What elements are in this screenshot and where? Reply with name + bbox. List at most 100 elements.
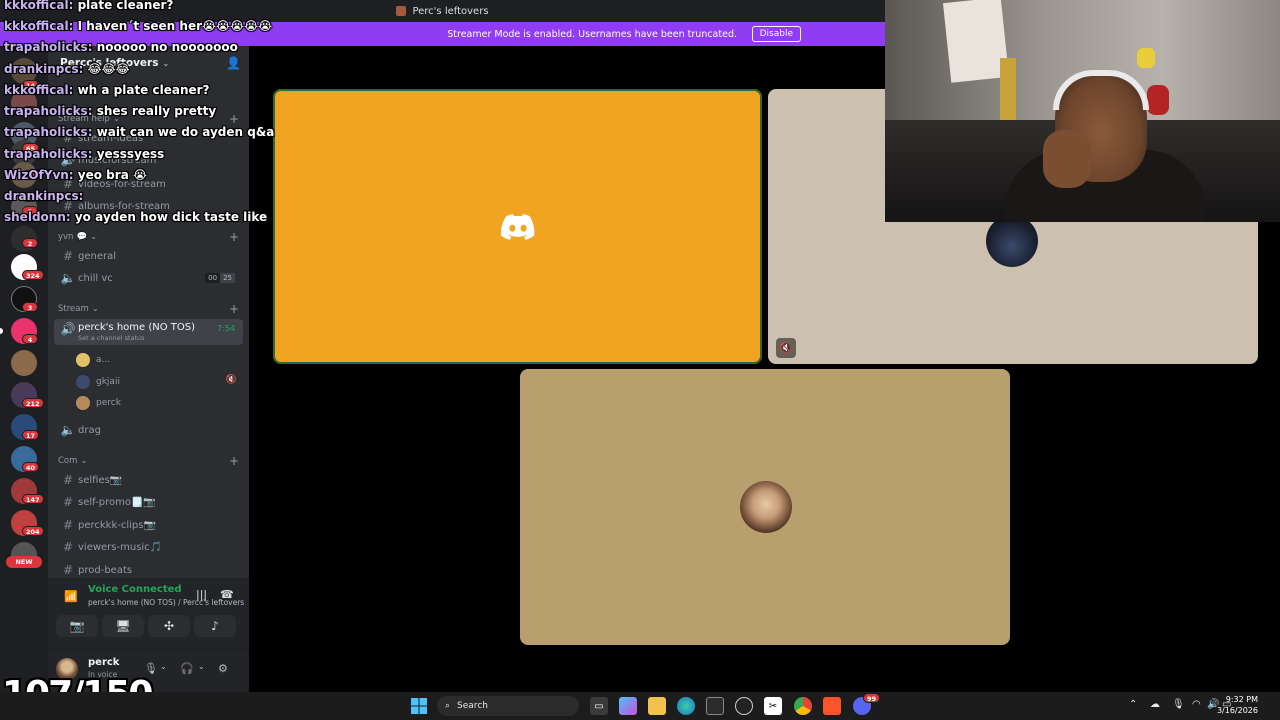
wall-item: [1147, 85, 1169, 115]
speaker-icon: 🔈: [60, 271, 76, 285]
mention-badge: 40: [22, 462, 40, 472]
voice-timer: 7:54: [217, 324, 235, 333]
chat-message: kkkoffical: I haven´t seen her😭😭😭😭😭: [4, 19, 273, 33]
voice-connected-label[interactable]: Voice Connected: [88, 584, 182, 595]
task-view-icon[interactable]: ▭: [590, 697, 608, 715]
wall-item: [1000, 58, 1016, 128]
voice-connected-panel: 📶 Voice Connected perck's home (NO TOS) …: [48, 578, 249, 650]
text-channel-icon: #: [62, 540, 74, 554]
muted-icon: 🔇: [776, 338, 796, 358]
chevron-down-icon[interactable]: ⌄: [198, 662, 205, 671]
category-com[interactable]: Com ⌄: [58, 456, 88, 466]
chevron-up-icon[interactable]: ⌃: [1129, 699, 1137, 710]
channel-chill-vc[interactable]: 🔈 chill vc 00 25: [54, 268, 243, 288]
mention-badge: 204: [22, 526, 44, 536]
brave-icon[interactable]: [823, 697, 841, 715]
text-channel-icon: #: [62, 473, 74, 487]
chrome-icon[interactable]: [794, 697, 812, 715]
taskbar-search[interactable]: ⌕ Search: [437, 696, 579, 716]
chat-message: kkkoffical: wh a plate cleaner?: [4, 83, 210, 97]
capcut-icon[interactable]: ✂: [764, 697, 782, 715]
microphone-icon[interactable]: 🎙: [1172, 699, 1185, 710]
chevron-down-icon: ⌄: [90, 232, 98, 242]
channel-general[interactable]: # general: [54, 246, 243, 266]
category-yvn[interactable]: yvn 💬 ⌄: [58, 232, 97, 242]
system-clock[interactable]: 9:32 PM 3/16/2026: [1217, 694, 1258, 716]
mention-badge: 2: [22, 238, 38, 248]
gear-icon[interactable]: ⚙: [218, 662, 228, 675]
copilot-icon[interactable]: [619, 697, 637, 715]
mention-badge: 324: [22, 270, 44, 280]
text-channel-icon: #: [62, 518, 74, 532]
soundboard-button[interactable]: ♪: [194, 615, 236, 637]
mention-badge: 4: [22, 334, 38, 344]
activities-button[interactable]: ✣: [148, 615, 190, 637]
server-icon[interactable]: [11, 350, 37, 376]
chevron-down-icon: ⌄: [91, 304, 99, 314]
wifi-icon[interactable]: ◠: [1192, 699, 1201, 710]
search-icon: ⌕: [445, 701, 451, 711]
new-badge: NEW: [6, 556, 42, 568]
create-channel-icon[interactable]: +: [229, 455, 239, 467]
voice-user[interactable]: a...: [76, 350, 110, 370]
chevron-down-icon[interactable]: ⌄: [160, 662, 167, 671]
username[interactable]: perck: [88, 657, 119, 668]
channel-prod-beats[interactable]: # prod-beats: [54, 560, 243, 580]
text-channel-icon: #: [62, 249, 74, 263]
obs-icon[interactable]: [735, 697, 753, 715]
channel-drag[interactable]: 🔈 drag: [54, 420, 243, 440]
windows-start-icon[interactable]: [410, 697, 428, 715]
streamer-hands: [1043, 130, 1091, 188]
muted-icon: 🔇: [225, 375, 237, 385]
mention-badge: 147: [22, 494, 44, 504]
mention-badge: 212: [22, 398, 44, 408]
disable-streamer-mode-button[interactable]: Disable: [751, 26, 801, 42]
disconnect-icon[interactable]: ☎: [220, 588, 234, 601]
chevron-down-icon: ⌄: [80, 456, 88, 466]
chat-overlay: kkkoffical: plate cleaner? kkkoffical: I…: [0, 0, 280, 230]
noise-suppression-icon[interactable]: |||: [196, 588, 207, 601]
chat-message: WizOfYvn: yeo bra 😭: [4, 168, 147, 182]
participant-tile-3[interactable]: [520, 369, 1010, 645]
participant-avatar: [986, 215, 1038, 267]
chat-message: trapaholicks: wait can we do ayden q&a: [4, 125, 275, 139]
discord-notification-badge: 99: [863, 693, 881, 703]
voice-user[interactable]: gkjaii: [76, 372, 120, 392]
speaker-active-icon: 🔊: [60, 322, 76, 336]
channel-active-voice[interactable]: 🔊 perck's home (NO TOS) 7:54 Set a chann…: [54, 319, 243, 345]
mention-badge: 3: [22, 302, 38, 312]
voice-user[interactable]: perck: [76, 393, 121, 413]
channel-self-promo[interactable]: # self-promo🗒️📷: [54, 492, 243, 512]
text-channel-icon: #: [62, 495, 74, 509]
channel-viewers-music[interactable]: # viewers-music🎵: [54, 537, 243, 557]
screen-share-button[interactable]: 🖥: [102, 615, 144, 637]
user-limit-indicator: 00 25: [205, 273, 235, 283]
camera-button[interactable]: 📷: [56, 615, 98, 637]
participant-tile-1[interactable]: [273, 89, 762, 364]
store-icon[interactable]: [706, 697, 724, 715]
chat-message: trapaholicks: shes really pretty: [4, 104, 217, 118]
channel-status[interactable]: Set a channel status: [78, 334, 145, 342]
taskbar: ⌕ Search ▭ ✂ 99 ⌃ ☁ 🎙 ◠ 🔊 ▭ 9:32 PM 3/16…: [0, 692, 1280, 720]
channel-selfies[interactable]: # selfies📷: [54, 470, 243, 490]
network-icon[interactable]: ☁: [1150, 699, 1160, 710]
wall-item: [1137, 48, 1155, 68]
server-icon: [396, 6, 407, 16]
discord-logo-icon: [500, 213, 534, 240]
edge-icon[interactable]: [677, 697, 695, 715]
create-channel-icon[interactable]: +: [229, 303, 239, 315]
signal-icon[interactable]: 📶: [64, 590, 78, 603]
window-title: Perc's leftovers: [412, 5, 489, 17]
chat-message: drankinpcs: 😂😂😂: [4, 62, 130, 76]
chat-message: kkkoffical: plate cleaner?: [4, 0, 174, 12]
chat-bubble-icon: 💬: [76, 232, 88, 242]
file-explorer-icon[interactable]: [648, 697, 666, 715]
headphones-icon[interactable]: 🎧: [180, 662, 194, 675]
mention-badge: 17: [22, 430, 40, 440]
channel-perckkk-clips[interactable]: # perckkk-clips📷: [54, 515, 243, 535]
create-channel-icon[interactable]: +: [229, 231, 239, 243]
avatar: [76, 396, 90, 410]
speaker-icon: 🔈: [60, 423, 76, 437]
category-stream[interactable]: Stream ⌄: [58, 304, 99, 314]
voice-stage: 🔇: [249, 46, 1258, 692]
